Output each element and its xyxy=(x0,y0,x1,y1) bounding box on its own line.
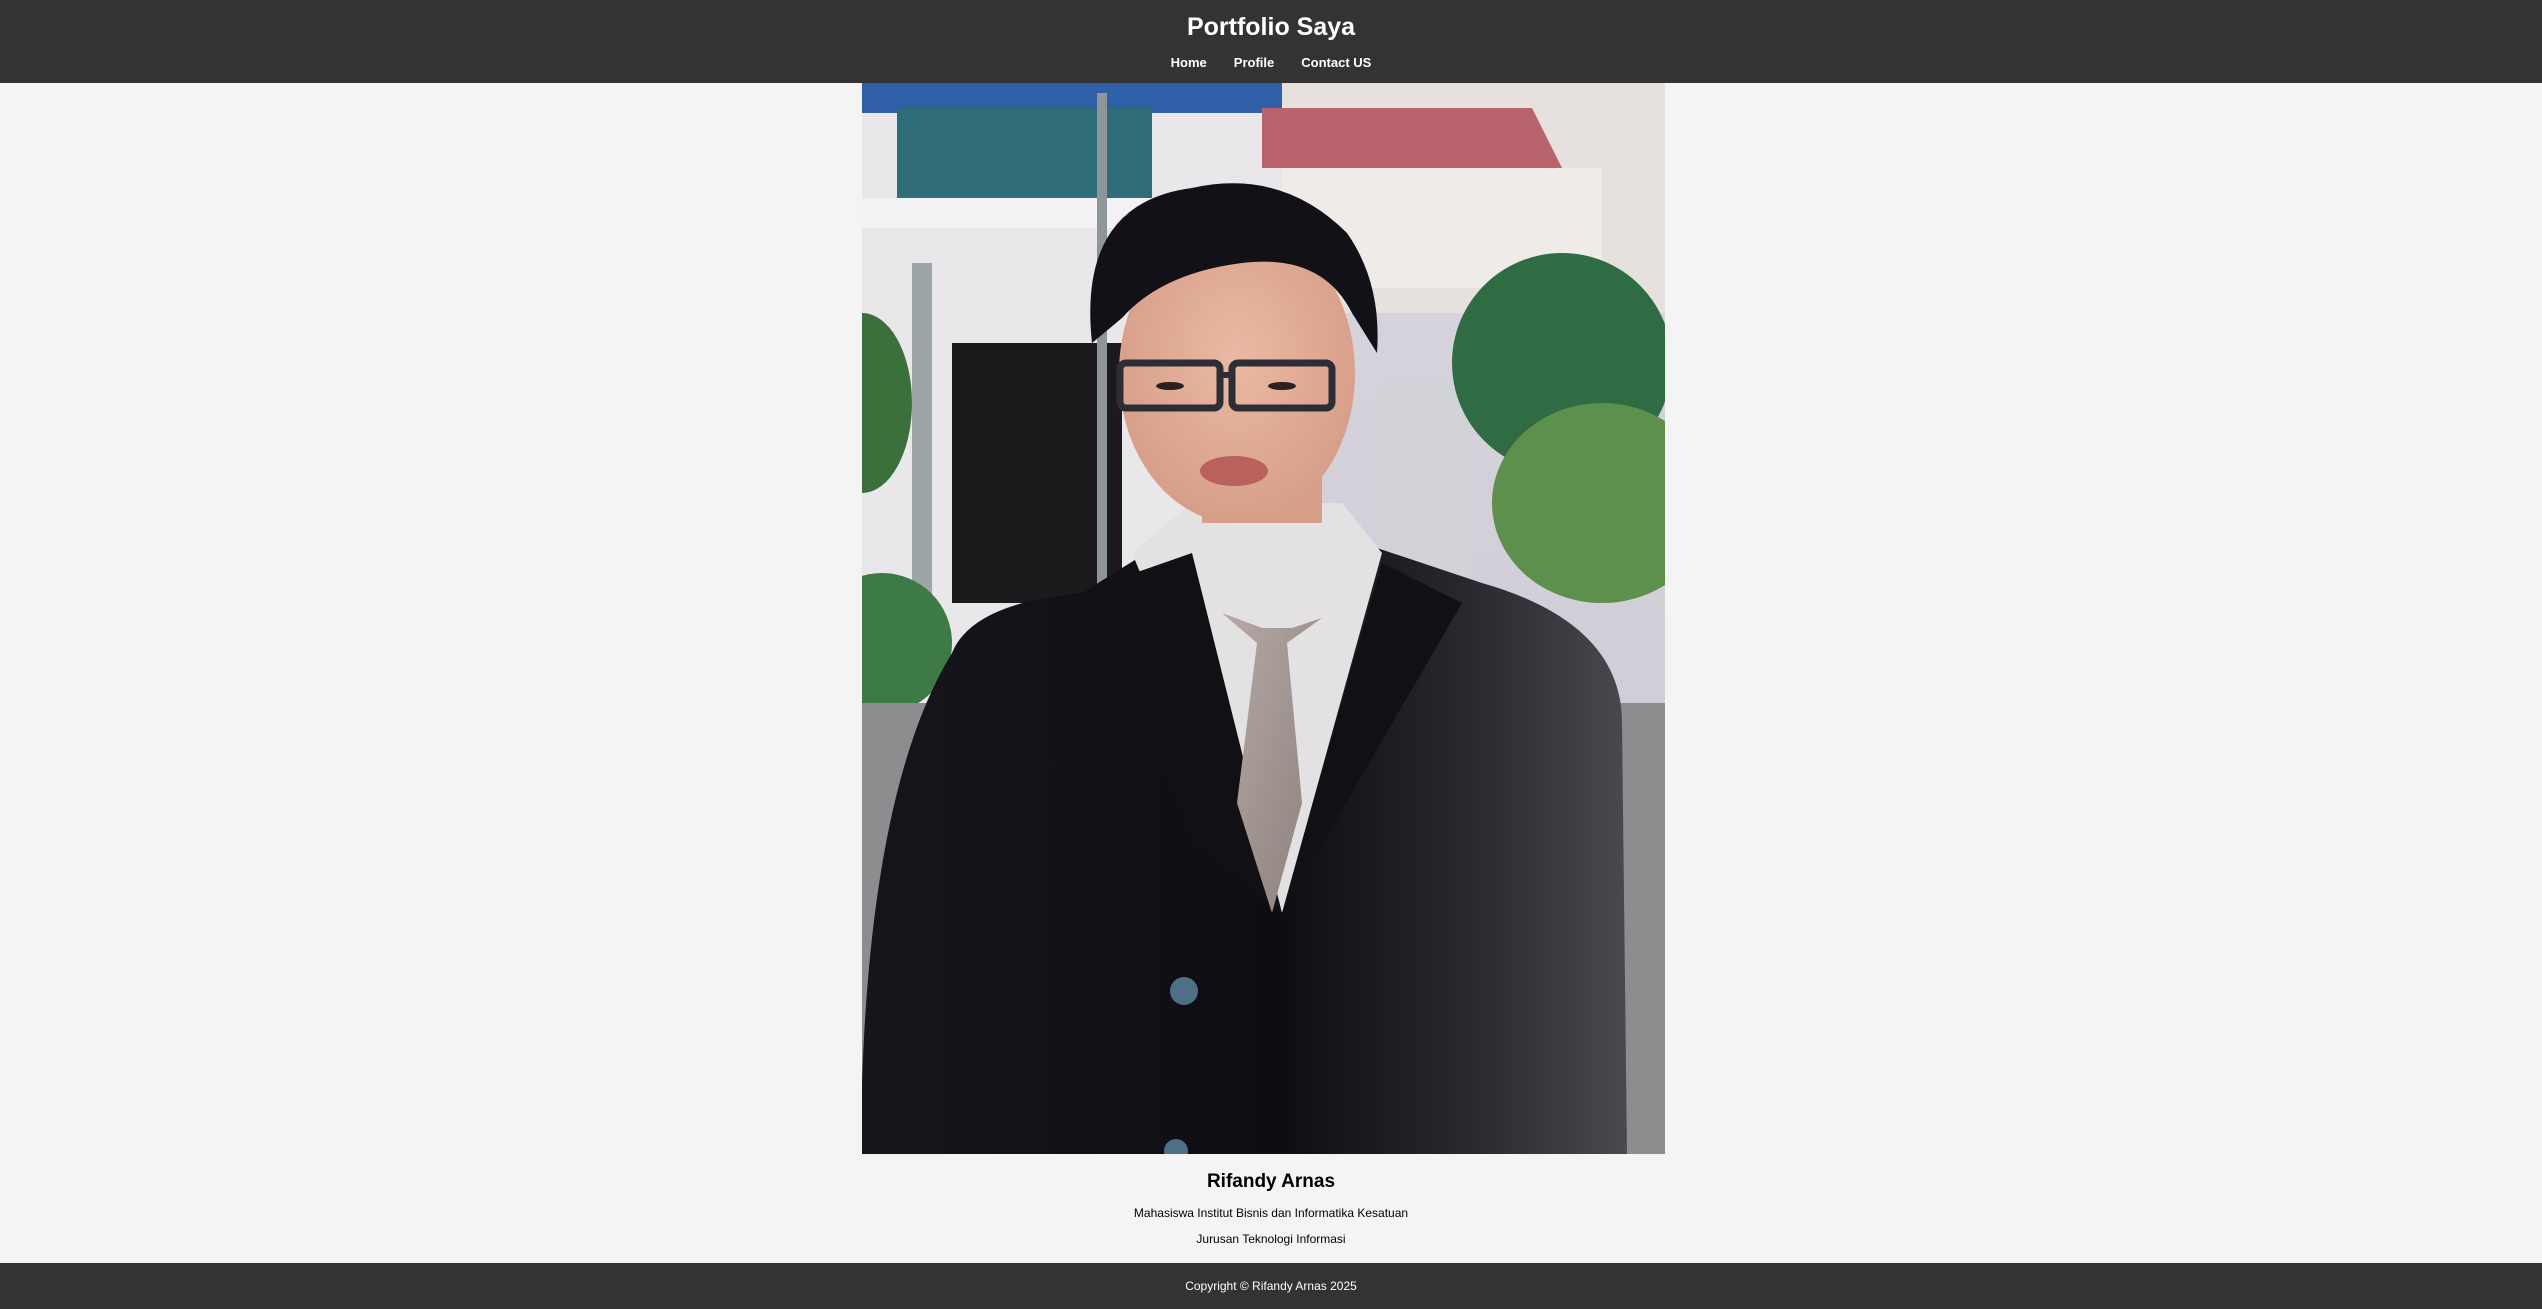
nav-link-profile[interactable]: Profile xyxy=(1234,55,1274,71)
site-title: Portfolio Saya xyxy=(1186,13,1356,41)
main-nav: Home Profile Contact US xyxy=(0,55,2542,71)
site-footer: Copyright © Rifandy Arnas 2025 xyxy=(0,1263,2542,1309)
nav-link-contact-us[interactable]: Contact US xyxy=(1301,55,1371,71)
nav-link-home[interactable]: Home xyxy=(1171,55,1207,71)
profile-name: Rifandy Arnas xyxy=(1206,1171,1336,1192)
profile-description-line1: Mahasiswa Institut Bisnis dan Informatik… xyxy=(1133,1206,1409,1220)
profile-photo xyxy=(862,83,1665,1154)
profile-description-line2: Jurusan Teknologi Informasi xyxy=(1196,1232,1346,1246)
footer-copyright: Copyright © Rifandy Arnas 2025 xyxy=(1185,1279,1357,1293)
site-header: Portfolio Saya Home Profile Contact US xyxy=(0,0,2542,83)
